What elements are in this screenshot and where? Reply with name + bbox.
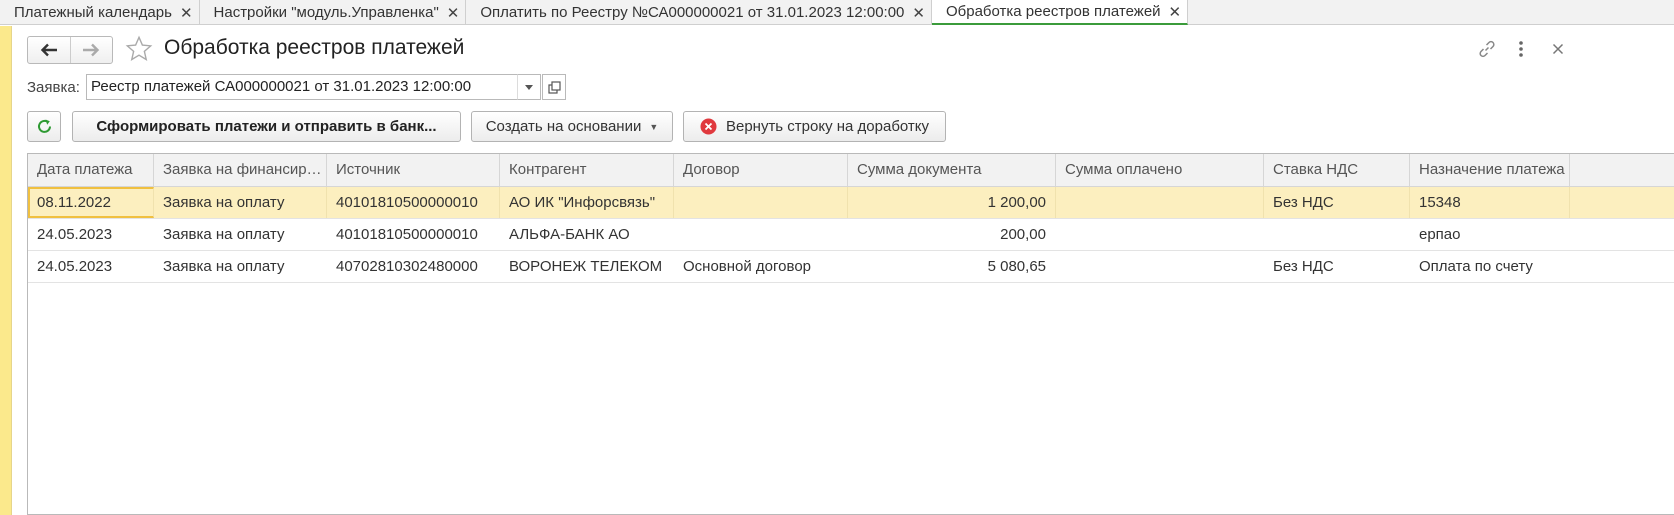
column-header[interactable]: Дата платежа — [28, 154, 154, 187]
more-actions-button[interactable] — [1510, 38, 1532, 60]
column-header[interactable]: Источник — [327, 154, 500, 187]
table-row[interactable]: 24.05.2023 Заявка на оплату 401018105000… — [28, 219, 1674, 251]
table-cell[interactable]: Заявка на оплату — [154, 251, 327, 282]
table-row[interactable]: 08.11.2022 Заявка на оплату 401018105000… — [28, 187, 1674, 219]
close-icon[interactable]: ✕ — [912, 4, 925, 22]
link-button[interactable] — [1476, 38, 1498, 60]
request-field[interactable]: Реестр платежей СА000000021 от 31.01.202… — [86, 74, 518, 100]
tab-label: Платежный календарь — [14, 4, 172, 21]
tab-label: Настройки "модуль.Управленка" — [213, 4, 439, 21]
table-cell[interactable]: 40101810500000010 — [327, 187, 500, 218]
refresh-button[interactable] — [27, 111, 61, 142]
back-arrow-icon — [40, 43, 57, 57]
open-window-icon — [547, 80, 561, 94]
chevron-down-icon: ▼ — [649, 121, 659, 132]
table-cell[interactable]: АО ИК "Инфорсвязь" — [500, 187, 674, 218]
close-form-button[interactable] — [1547, 38, 1569, 60]
table-cell[interactable]: 1 200,00 — [848, 187, 1056, 218]
close-icon[interactable]: ✕ — [447, 4, 460, 22]
create-based-on-button[interactable]: Создать на основании ▼ — [471, 111, 673, 142]
table-cell[interactable]: ерпао — [1410, 219, 1570, 250]
table-cell[interactable]: Заявка на оплату — [154, 219, 327, 250]
close-icon — [1552, 43, 1564, 55]
table-cell[interactable]: 08.11.2022 — [28, 187, 154, 218]
table-cell[interactable]: Основной договор — [674, 251, 848, 282]
table-cell[interactable]: 24.05.2023 — [28, 219, 154, 250]
table-cell[interactable]: Оплата по счету — [1410, 251, 1570, 282]
star-icon — [125, 35, 153, 61]
section-panel-strip — [0, 26, 12, 515]
close-icon[interactable]: ✕ — [180, 4, 193, 22]
refresh-icon — [37, 119, 51, 133]
return-row-label: Вернуть строку на доработку — [725, 118, 930, 135]
column-header[interactable]: Ставка НДС — [1264, 154, 1410, 187]
tab-label: Оплатить по Реестру №СА000000021 от 31.0… — [480, 4, 905, 21]
table-cell[interactable]: Без НДС — [1264, 251, 1410, 282]
column-header[interactable]: Заявка на финансирование — [154, 154, 327, 187]
tab-payment-calendar[interactable]: Платежный календарь ✕ — [0, 0, 200, 25]
link-icon — [1479, 40, 1495, 58]
table-cell[interactable] — [1056, 219, 1264, 250]
navigation-buttons — [27, 36, 113, 64]
table-header: Дата платежа Заявка на финансирование Ис… — [28, 154, 1674, 187]
table-cell[interactable]: Без НДС — [1264, 187, 1410, 218]
table-cell[interactable]: АЛЬФА-БАНК АО — [500, 219, 674, 250]
back-button[interactable] — [28, 37, 70, 63]
column-header[interactable]: Сумма документа — [848, 154, 1056, 187]
tab-settings[interactable]: Настройки "модуль.Управленка" ✕ — [200, 0, 467, 25]
more-icon — [1519, 41, 1523, 57]
table-cell[interactable]: 200,00 — [848, 219, 1056, 250]
table-cell[interactable] — [674, 219, 848, 250]
forward-button[interactable] — [69, 37, 113, 63]
forward-arrow-icon — [83, 43, 100, 57]
payments-table: Дата платежа Заявка на финансирование Ис… — [27, 153, 1674, 515]
table-cell[interactable] — [1056, 251, 1264, 282]
table-cell[interactable] — [674, 187, 848, 218]
cancel-circle-icon — [700, 118, 717, 135]
favorite-button[interactable] — [124, 34, 154, 64]
column-header[interactable]: Сумма оплачено — [1056, 154, 1264, 187]
form-payments-button[interactable]: Сформировать платежи и отправить в банк.… — [72, 111, 461, 142]
page-title: Обработка реестров платежей — [164, 36, 465, 59]
table-cell[interactable]: 24.05.2023 — [28, 251, 154, 282]
table-cell[interactable]: ВОРОНЕЖ ТЕЛЕКОМ — [500, 251, 674, 282]
return-row-button[interactable]: Вернуть строку на доработку — [683, 111, 946, 142]
request-label: Заявка: — [27, 79, 80, 96]
table-cell[interactable] — [1264, 219, 1410, 250]
table-cell[interactable]: 40702810302480000 — [327, 251, 500, 282]
table-cell[interactable]: 40101810500000010 — [327, 219, 500, 250]
column-header[interactable]: Контрагент — [500, 154, 674, 187]
table-cell[interactable]: 5 080,65 — [848, 251, 1056, 282]
table-cell[interactable]: 15348 — [1410, 187, 1570, 218]
chevron-down-icon — [525, 84, 533, 90]
create-based-on-label: Создать на основании — [485, 118, 642, 135]
tab-bar: Платежный календарь ✕ Настройки "модуль.… — [0, 0, 1674, 25]
request-open-button[interactable] — [542, 74, 566, 100]
table-row[interactable]: 24.05.2023 Заявка на оплату 407028103024… — [28, 251, 1674, 283]
tab-pay-by-registry[interactable]: Оплатить по Реестру №СА000000021 от 31.0… — [466, 0, 932, 25]
tab-registry-processing[interactable]: Обработка реестров платежей ✕ — [931, 0, 1189, 25]
request-dropdown-button[interactable] — [517, 74, 541, 100]
column-header[interactable]: Назначение платежа — [1410, 154, 1570, 187]
table-cell[interactable] — [1056, 187, 1264, 218]
close-icon[interactable]: ✕ — [1169, 3, 1182, 21]
column-header[interactable]: Договор — [674, 154, 848, 187]
table-cell[interactable]: Заявка на оплату — [154, 187, 327, 218]
tab-label: Обработка реестров платежей — [945, 3, 1161, 20]
